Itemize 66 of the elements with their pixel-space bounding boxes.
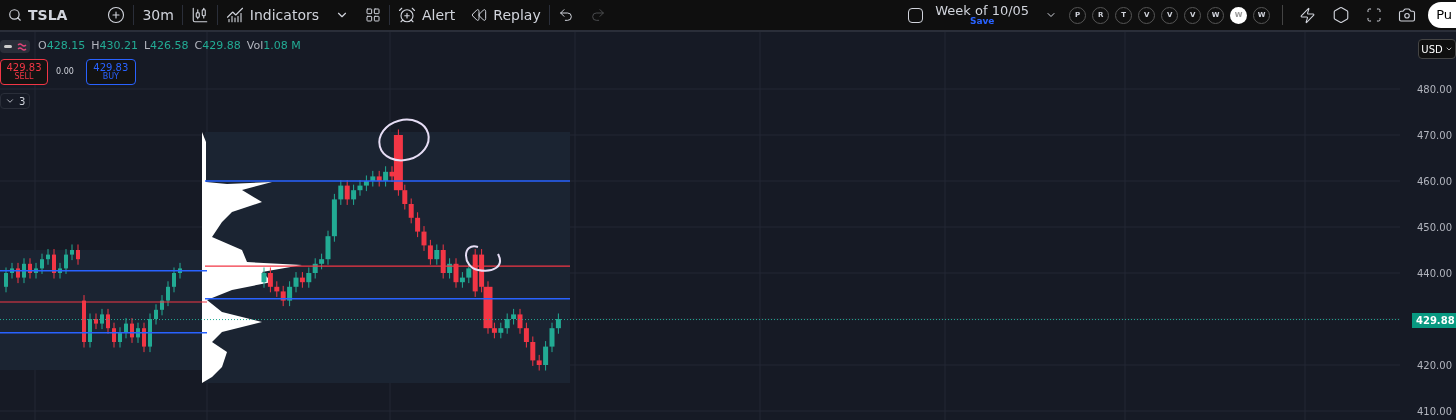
candle [76, 244, 80, 266]
candle [130, 317, 134, 344]
ohlc-value: L426.58 [143, 38, 189, 54]
plus-icon [107, 6, 126, 24]
candle [28, 257, 32, 279]
candle [40, 253, 44, 275]
price-label: 460.00 [1417, 175, 1452, 189]
ohlc-value: O428.15 [38, 38, 86, 54]
price-label: 440.00 [1417, 267, 1452, 281]
symbol-search[interactable]: TSLA [0, 0, 76, 31]
indicators-toggle[interactable]: 3 [0, 93, 31, 109]
candle [124, 317, 128, 339]
price-label: 480.00 [1417, 83, 1452, 97]
price-label: 410.00 [1417, 405, 1452, 419]
interval-button[interactable]: 30m [134, 0, 182, 31]
candle [166, 280, 170, 307]
indicators-button[interactable]: Indicators [217, 0, 327, 31]
candle [118, 326, 122, 348]
publish-button[interactable]: Pu [1428, 2, 1456, 28]
candle [22, 257, 26, 284]
circle-annotation [465, 245, 501, 272]
chart-icon [225, 6, 244, 24]
sell-button[interactable]: 429.83 SELL [0, 59, 48, 85]
save-status: Save [969, 17, 995, 26]
alarm-clock-icon [398, 6, 416, 24]
candle [106, 308, 110, 335]
candle [64, 248, 68, 275]
candle [178, 262, 182, 279]
candle [88, 313, 92, 348]
candle [34, 262, 38, 279]
ohlc-value: Vol1.08 M [246, 38, 301, 54]
candle [112, 322, 116, 348]
price-label: 420.00 [1417, 359, 1452, 373]
ohlc-value: H430.21 [91, 38, 138, 54]
candle [4, 267, 8, 293]
price-label: 470.00 [1417, 129, 1452, 143]
buy-button[interactable]: 429.83 BUY [85, 59, 136, 85]
layout-title[interactable]: Week of 10/05 [935, 4, 1030, 17]
candle [46, 248, 50, 266]
chevron-down-icon [5, 96, 15, 106]
search-icon [8, 8, 22, 22]
candle [100, 308, 104, 330]
candle [16, 262, 20, 284]
candle [58, 262, 62, 279]
candle [52, 248, 56, 279]
candle [136, 322, 140, 344]
candle [94, 313, 98, 330]
spread-value: 0.00 [56, 66, 74, 78]
chevron-down-icon [1444, 45, 1453, 53]
currency-button[interactable]: USD [1418, 39, 1456, 59]
rewind-icon [471, 7, 488, 23]
candle [82, 294, 86, 348]
replay-button[interactable]: Replay [463, 0, 549, 31]
ohlc-value: C429.88 [194, 38, 241, 54]
alert-button[interactable]: Alert [390, 0, 464, 31]
last-price-label: 429.88 [1412, 312, 1456, 328]
candle [70, 244, 74, 261]
candle [160, 294, 164, 316]
candle [172, 267, 176, 293]
price-label: 450.00 [1417, 221, 1452, 235]
layout-checkbox[interactable] [908, 7, 924, 23]
circle-annotation [378, 118, 430, 162]
candle [154, 303, 158, 325]
candle [148, 313, 152, 353]
candle [142, 322, 146, 353]
candle [10, 262, 14, 279]
